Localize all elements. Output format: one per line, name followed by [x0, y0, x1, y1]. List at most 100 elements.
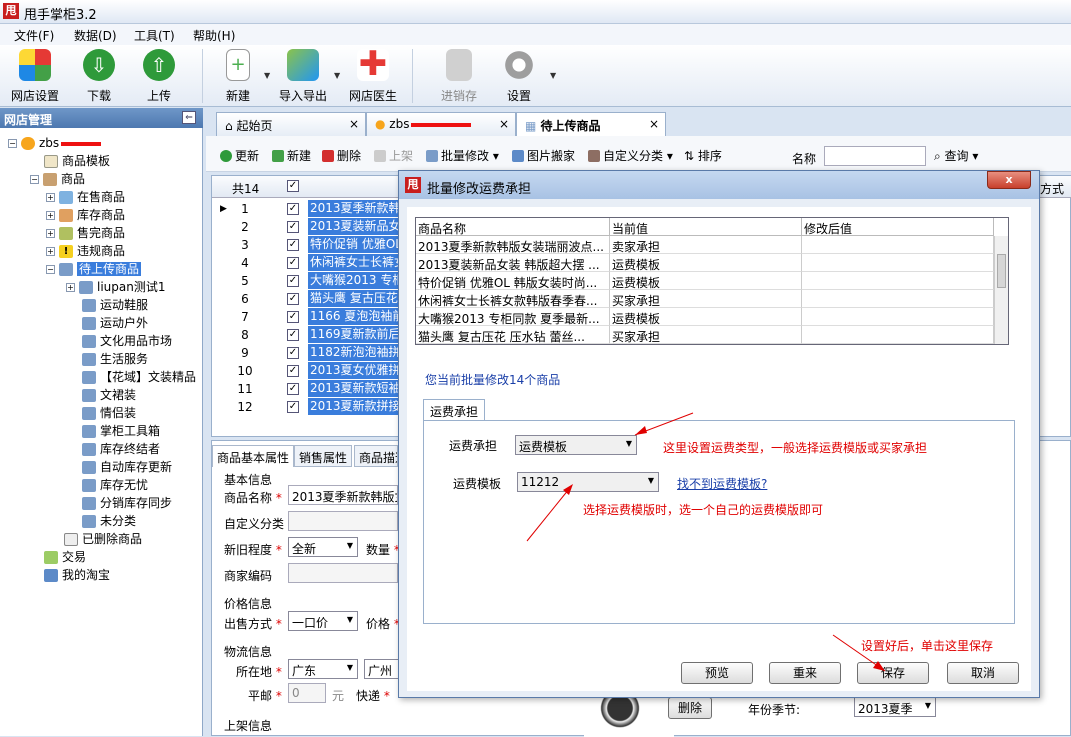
tab-shop[interactable]: ● zbs ×	[366, 112, 516, 136]
condition-select[interactable]: 全新 ▼	[288, 537, 358, 557]
tree-item-category[interactable]: 【花域】文装精品	[82, 368, 196, 386]
tree-item-category[interactable]: 运动户外	[82, 314, 148, 332]
tree-item-category[interactable]: 文裙装	[82, 386, 136, 404]
image-move-button[interactable]: 图片搬家	[512, 147, 575, 164]
import-export-button[interactable]: 导入导出	[268, 49, 338, 104]
city-select[interactable]: 广州	[364, 659, 400, 679]
tree-item-category[interactable]: + liupan测试1	[66, 278, 166, 296]
custom-category-input[interactable]	[288, 511, 398, 531]
row-checkbox[interactable]: ✓	[287, 203, 299, 215]
new-button[interactable]: + 新建	[203, 49, 273, 104]
upload-button[interactable]: ⇧ 上传	[124, 49, 194, 104]
row-checkbox[interactable]: ✓	[287, 239, 299, 251]
tree-item-violation[interactable]: +! 违规商品	[46, 242, 125, 260]
tree-item-my-taobao[interactable]: 我的淘宝	[44, 566, 110, 584]
category-icon	[82, 461, 96, 474]
tree-item-deleted[interactable]: 已删除商品	[64, 530, 142, 548]
sort-button[interactable]: ⇅ 排序	[684, 147, 722, 164]
title-bar: 甩 甩手掌柜3.2	[0, 0, 1071, 24]
menu-tools[interactable]: 工具(T)	[134, 27, 175, 44]
tree-item-on-sale[interactable]: + 在售商品	[46, 188, 125, 206]
logistics-info-heading: 物流信息	[224, 645, 273, 659]
province-select[interactable]: 广东 ▼	[288, 659, 358, 679]
close-icon[interactable]: ×	[349, 117, 359, 131]
tree-account[interactable]: − zbs	[8, 134, 102, 152]
season-select[interactable]: 2013夏季 ▼	[854, 697, 936, 717]
row-checkbox[interactable]: ✓	[287, 365, 299, 377]
tab-sales-attributes[interactable]: 销售属性	[294, 445, 353, 467]
category-icon	[82, 335, 96, 348]
row-checkbox[interactable]: ✓	[287, 221, 299, 233]
upload-icon: ⇧	[143, 49, 175, 81]
row-checkbox[interactable]: ✓	[287, 329, 299, 341]
row-checkbox[interactable]: ✓	[287, 347, 299, 359]
tab-basic-attributes[interactable]: 商品基本属性	[212, 445, 295, 467]
shop-doctor-button[interactable]: ✚ 网店医生	[338, 47, 408, 104]
refresh-button[interactable]: 更新	[220, 147, 259, 164]
settings-button[interactable]: 设置	[484, 49, 554, 104]
close-icon[interactable]: ×	[499, 117, 509, 131]
shop-settings-button[interactable]: 网店设置	[0, 49, 70, 104]
tree-item-category[interactable]: 分销库存同步	[82, 494, 172, 512]
menu-help[interactable]: 帮助(H)	[193, 27, 235, 44]
collapse-icon[interactable]: −	[8, 139, 17, 148]
tree-item-templates[interactable]: 商品模板	[44, 152, 110, 170]
settings-dropdown-arrow-icon[interactable]: ▼	[550, 71, 556, 80]
category-icon	[588, 150, 600, 162]
tree-item-uncategorized[interactable]: 未分类	[82, 512, 136, 530]
tree-item-category[interactable]: 运动鞋服	[82, 296, 148, 314]
expand-icon[interactable]: +	[46, 229, 55, 238]
tree-item-category[interactable]: 文化用品市场	[82, 332, 172, 350]
tab-pending-upload[interactable]: ▦ 待上传商品 ×	[516, 112, 666, 136]
tree-item-category[interactable]: 库存无忧	[82, 476, 148, 494]
tab-description[interactable]: 商品描述	[354, 445, 398, 467]
expand-icon[interactable]: +	[46, 193, 55, 202]
sale-method-label: 出售方式 *	[224, 617, 282, 631]
product-name-input[interactable]: 2013夏季新款韩版女	[288, 485, 398, 505]
flat-mail-input[interactable]: 0	[288, 683, 326, 703]
pin-icon[interactable]: ⇐	[182, 111, 196, 124]
row-checkbox[interactable]: ✓	[287, 383, 299, 395]
row-checkbox[interactable]: ✓	[287, 311, 299, 323]
expand-icon[interactable]: +	[46, 211, 55, 220]
name-search-input[interactable]	[824, 146, 926, 166]
sale-method-select[interactable]: 一口价 ▼	[288, 611, 358, 631]
collapse-icon[interactable]: −	[30, 175, 39, 184]
tree-item-category[interactable]: 库存终结者	[82, 440, 160, 458]
annotation-arrow	[526, 488, 570, 542]
row-checkbox[interactable]: ✓	[287, 293, 299, 305]
merchant-code-input[interactable]	[288, 563, 398, 583]
row-checkbox[interactable]: ✓	[287, 257, 299, 269]
tree-item-stock[interactable]: + 库存商品	[46, 206, 125, 224]
delete-image-button[interactable]: 删除	[668, 697, 712, 719]
select-all-checkbox[interactable]: ✓	[287, 180, 299, 192]
tree-item-products[interactable]: − 商品	[30, 170, 85, 188]
merchant-code-label: 商家编码	[224, 569, 273, 583]
chevron-down-icon: ▼	[346, 663, 353, 672]
tab-start-page[interactable]: ⌂ 起始页 ×	[216, 112, 366, 136]
close-icon[interactable]: ×	[649, 117, 659, 131]
new-item-button[interactable]: 新建	[272, 147, 311, 164]
expand-icon[interactable]: +	[66, 283, 75, 292]
tree-item-sold-out[interactable]: + 售完商品	[46, 224, 125, 242]
menu-file[interactable]: 文件(F)	[14, 27, 54, 44]
row-checkbox[interactable]: ✓	[287, 401, 299, 413]
tree-item-pending-upload[interactable]: − 待上传商品	[46, 260, 142, 278]
location-label: 所在地 *	[236, 665, 282, 679]
shop-management-panel: 网店管理 ⇐ − zbs 商品模板 − 商品 + 在售商品 + 库存商品 + 售完商品 +…	[0, 108, 203, 736]
category-icon	[82, 515, 96, 528]
shelve-button[interactable]: 上架	[374, 147, 413, 164]
expand-icon[interactable]: +	[46, 247, 55, 256]
tree-item-trade[interactable]: 交易	[44, 548, 86, 566]
menu-data[interactable]: 数据(D)	[74, 27, 117, 44]
tree-item-category[interactable]: 自动库存更新	[82, 458, 172, 476]
delete-button[interactable]: 删除	[322, 147, 361, 164]
tree-item-category[interactable]: 生活服务	[82, 350, 148, 368]
row-checkbox[interactable]: ✓	[287, 275, 299, 287]
custom-category-button[interactable]: 自定义分类 ▾	[588, 147, 673, 164]
tree-item-category[interactable]: 情侣装	[82, 404, 136, 422]
tree-item-category[interactable]: 掌柜工具箱	[82, 422, 160, 440]
collapse-icon[interactable]: −	[46, 265, 55, 274]
query-button[interactable]: ⌕ 查询 ▾	[934, 147, 978, 164]
batch-edit-button[interactable]: 批量修改 ▾	[426, 147, 499, 164]
